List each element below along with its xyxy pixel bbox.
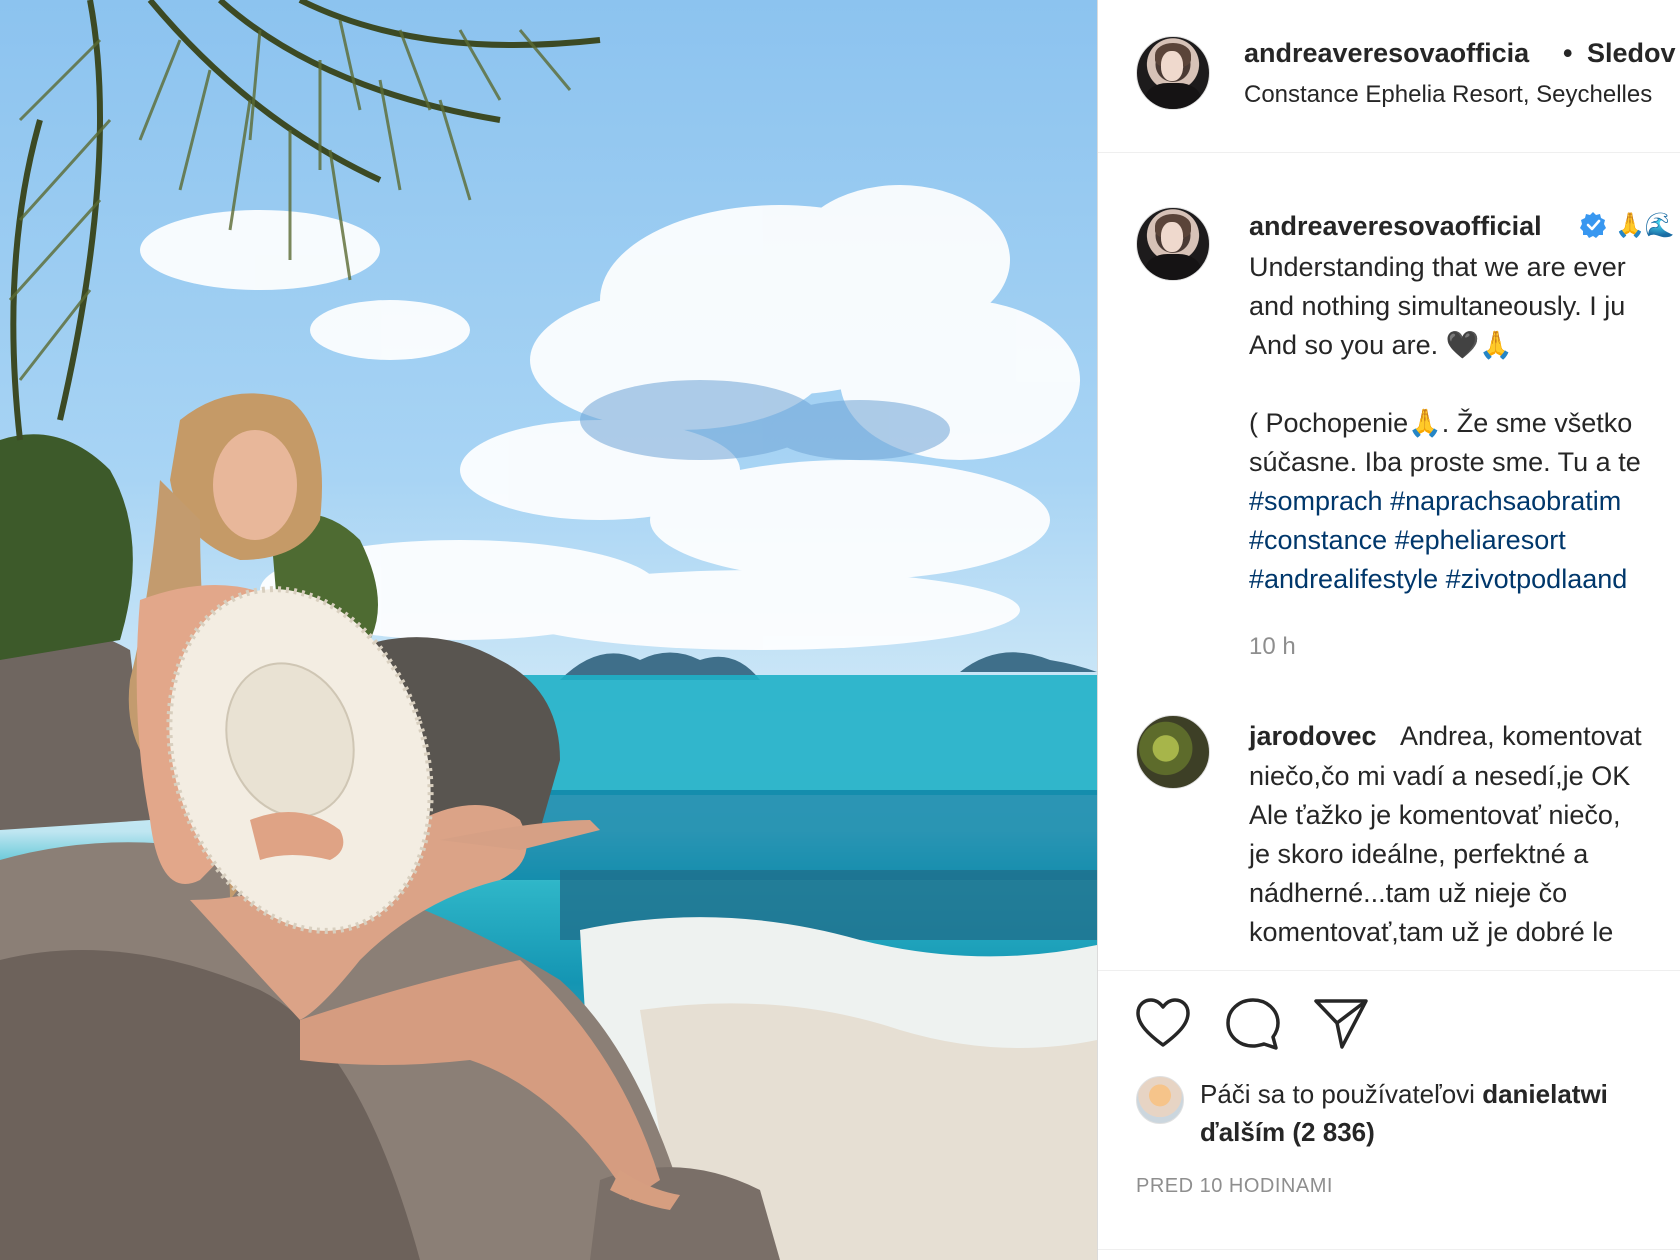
likes-prefix: Páči sa to používateľovi (1200, 1079, 1475, 1109)
likes-summary[interactable]: Páči sa to používateľovi danielatwi (1200, 1079, 1608, 1110)
commenter-avatar[interactable] (1136, 715, 1210, 789)
verified-badge-icon (1580, 212, 1606, 238)
comment-line-4: je skoro ideálne, perfektné a (1249, 839, 1589, 869)
comment-line-6: komentovať,tam už je dobré le (1249, 917, 1614, 947)
sea (480, 675, 1097, 795)
caption-author-avatar[interactable] (1136, 207, 1210, 281)
comment-username[interactable]: jarodovec (1249, 721, 1377, 752)
avatar-body (1145, 254, 1201, 280)
caption-and-comments[interactable]: andreaveresovaofficial 🙏🌊 Understanding … (1098, 153, 1680, 968)
header-username[interactable]: andreaveresovaofficia (1244, 38, 1529, 69)
caption-line-2: and nothing simultaneously. I ju (1249, 291, 1626, 321)
header-location[interactable]: Constance Ephelia Resort, Seychelles (1244, 81, 1652, 109)
caption-line-3: And so you are. 🖤🙏 (1249, 330, 1513, 360)
beach-scene (0, 0, 1097, 1260)
comment-first-line: Andrea, komentovat (1400, 721, 1642, 751)
likes-user[interactable]: danielatwi (1482, 1079, 1608, 1109)
post-side-panel: andreaveresovaofficia • Sledov Constance… (1097, 0, 1680, 1260)
caption-line-1: Understanding that we are ever (1249, 252, 1626, 282)
hashtag-line-2[interactable]: #constance #epheliaresort (1249, 524, 1566, 556)
post-photo[interactable] (0, 0, 1097, 1260)
avatar-face (1161, 222, 1183, 252)
comment-bubble-icon[interactable] (1224, 995, 1282, 1053)
heart-icon[interactable] (1134, 995, 1192, 1053)
post-time[interactable]: PRED 10 HODINAMI (1136, 1175, 1333, 1198)
caption-sk-line-1: ( Pochopenie🙏. Že sme všetko (1249, 408, 1633, 438)
hashtag-line-1[interactable]: #somprach #naprachsaobratim (1249, 485, 1621, 517)
avatar-body (1145, 83, 1201, 109)
post-header: andreaveresovaofficia • Sledov Constance… (1098, 0, 1680, 153)
caption-sk-line-2: súčasne. Iba proste sme. Tu a te (1249, 447, 1641, 477)
paper-plane-icon[interactable] (1312, 995, 1370, 1053)
comment-line-2: niečo,čo mi vadí a nesedí,je OK (1249, 761, 1631, 791)
post-actions: Páči sa to používateľovi danielatwi ďalš… (1098, 970, 1680, 1260)
liker-avatar[interactable] (1136, 1076, 1184, 1124)
bottom-divider (1098, 1249, 1680, 1250)
caption-username[interactable]: andreaveresovaofficial (1249, 211, 1542, 242)
header-separator: • (1563, 38, 1573, 68)
hashtag-line-3[interactable]: #andrealifestyle #zivotpodlaand (1249, 563, 1627, 595)
comment-line-3: Ale ťažko je komentovať niečo, (1249, 800, 1621, 830)
follow-button[interactable]: Sledov (1587, 38, 1676, 69)
caption-time[interactable]: 10 h (1249, 633, 1296, 661)
comment-line-5: nádherné...tam už nieje čo (1249, 878, 1568, 908)
avatar-face (1161, 51, 1183, 81)
likes-count[interactable]: ďalším (2 836) (1200, 1117, 1375, 1148)
instagram-post-view: andreaveresovaofficia • Sledov Constance… (0, 0, 1680, 1260)
caption-emoji: 🙏🌊 (1615, 212, 1675, 239)
author-avatar[interactable] (1136, 36, 1210, 110)
